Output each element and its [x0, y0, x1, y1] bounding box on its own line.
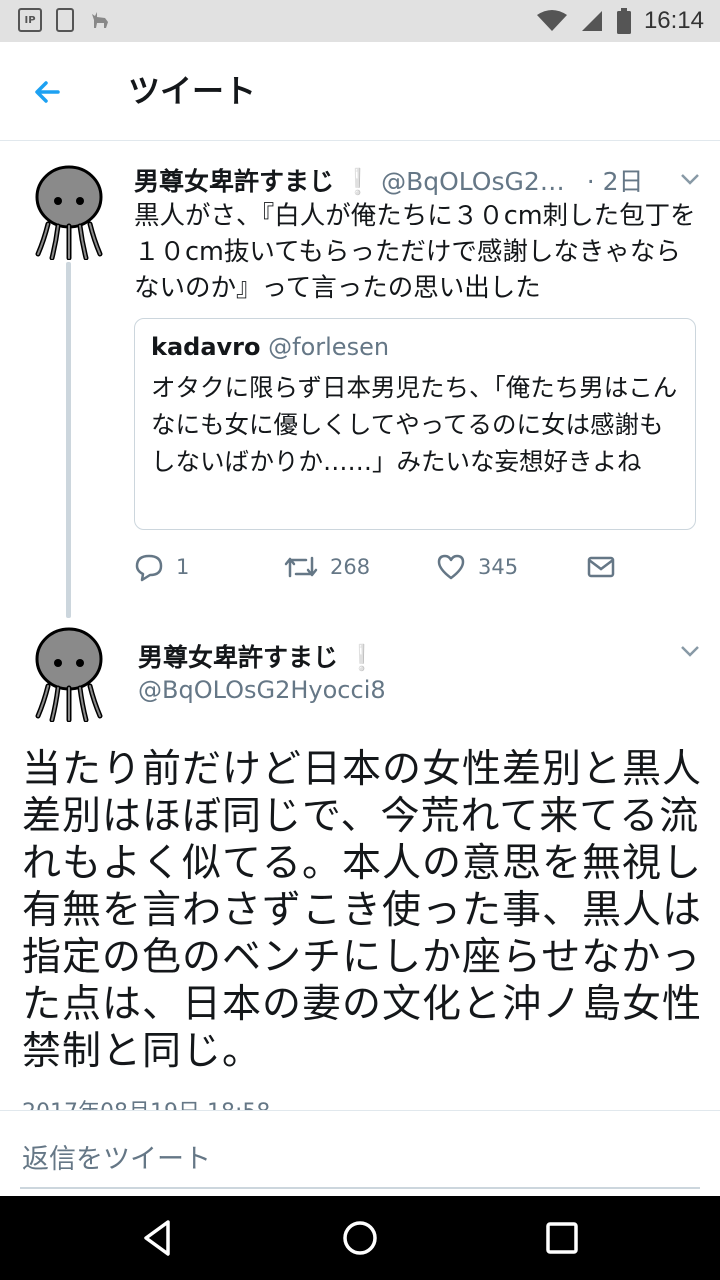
exclamation-icon: ❕	[345, 643, 378, 672]
reply-input-underline	[20, 1187, 700, 1189]
nav-recents-icon[interactable]	[540, 1216, 584, 1260]
system-nav-bar	[0, 1196, 720, 1280]
like-count: 345	[478, 555, 519, 579]
deer-icon	[92, 12, 108, 28]
reply-button[interactable]: 1	[134, 552, 189, 582]
envelope-icon	[587, 556, 615, 578]
retweet-count: 268	[330, 555, 371, 579]
main-author-name-row: 男尊女卑許すまじ ❕	[138, 638, 377, 674]
main-tweet-text: 当たり前だけど日本の女性差別と黒人差別はほぼ同じで、今荒れて来てる流れもよく似て…	[22, 747, 703, 1074]
tweet-time: · 2日	[586, 167, 644, 196]
signal-icon	[581, 11, 602, 31]
quoted-author-name: kadavro	[151, 333, 261, 361]
quoted-tweet-text: オタクに限らず日本男児たち、「俺たち男はこんなにも女に優しくしてやってるのに女は…	[151, 373, 678, 476]
avatar[interactable]	[34, 164, 104, 260]
status-bar: IP 16:14	[0, 0, 720, 42]
reply-input[interactable]: 返信をツイート	[22, 1137, 211, 1176]
like-button[interactable]: 345	[436, 552, 518, 582]
quoted-tweet-header: kadavro @forlesen	[151, 333, 389, 361]
ip-icon: IP	[18, 8, 42, 32]
direct-message-button[interactable]	[586, 552, 616, 582]
app-header: ツイート	[0, 42, 720, 141]
reply-bar: 返信をツイート	[0, 1110, 720, 1197]
quoted-author-handle: @forlesen	[268, 333, 390, 361]
retweet-icon	[284, 556, 318, 578]
tweet-actions: 1 268 345	[134, 552, 694, 588]
reply-icon	[135, 554, 163, 582]
reply-count: 1	[176, 555, 190, 579]
author-handle[interactable]: @BqOLOsG2Hyocci8	[138, 676, 386, 704]
back-button[interactable]	[28, 74, 68, 110]
author-name[interactable]: 男尊女卑許すまじ	[138, 643, 338, 672]
exclamation-icon: ❕	[341, 167, 374, 196]
page-title: ツイート	[128, 72, 257, 110]
thread-line	[66, 262, 71, 618]
chevron-down-icon[interactable]	[680, 172, 700, 186]
tweet-text: 黒人がさ、『白人が俺たちに３０cm刺した包丁を１０cm抜いてもらっただけで感謝し…	[134, 201, 696, 303]
wifi-icon	[536, 10, 567, 31]
nav-back-icon[interactable]	[136, 1216, 180, 1260]
parent-tweet-header: 男尊女卑許すまじ ❕ @BqOLOsG2… · 2日	[134, 162, 644, 198]
back-arrow-icon	[35, 81, 60, 103]
tweet-timestamp: 2017年08月19日 18:58	[22, 1092, 270, 1112]
retweet-button[interactable]: 268	[284, 552, 370, 582]
status-time: 16:14	[643, 7, 704, 34]
author-name[interactable]: 男尊女卑許すまじ	[134, 167, 334, 196]
author-handle: @BqOLOsG2…	[381, 167, 565, 196]
chevron-down-icon[interactable]	[680, 644, 700, 658]
phone-icon	[56, 8, 74, 32]
battery-icon	[616, 8, 631, 34]
quoted-tweet[interactable]: kadavro @forlesen オタクに限らず日本男児たち、「俺たち男はこん…	[134, 318, 696, 530]
avatar[interactable]	[34, 626, 104, 722]
nav-home-icon[interactable]	[338, 1216, 382, 1260]
heart-icon	[437, 554, 465, 580]
